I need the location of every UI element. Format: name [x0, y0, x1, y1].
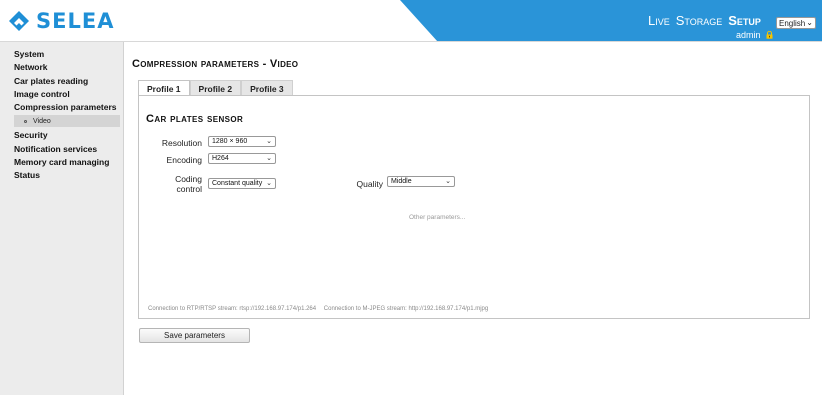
encoding-label: Encoding	[166, 155, 202, 165]
sidebar-item-status[interactable]: Status	[0, 169, 123, 182]
settings-panel: Car plates sensor Resolution 1280 × 960 …	[138, 95, 810, 319]
sidebar: System Network Car plates reading Image …	[0, 42, 124, 395]
nav-storage[interactable]: Storage	[676, 13, 723, 28]
profile-tabs: Profile 1 Profile 2 Profile 3	[138, 80, 293, 96]
tab-profile-1[interactable]: Profile 1	[138, 80, 190, 96]
coding-control-value: Constant quality	[212, 180, 263, 187]
coding-control-label-line-2: control	[176, 184, 202, 194]
save-parameters-button[interactable]: Save parameters	[139, 328, 250, 343]
bullet-icon	[24, 119, 27, 123]
quality-label: Quality	[356, 179, 383, 189]
username: admin	[736, 30, 761, 40]
chevron-down-icon: ⌄	[266, 155, 272, 162]
page-title: Compression parameters - Video	[132, 58, 299, 70]
brand-logo[interactable]: SELEA	[8, 10, 114, 32]
coding-control-label: Coding control	[159, 174, 202, 194]
lock-icon[interactable]	[766, 30, 773, 39]
sidebar-item-network[interactable]: Network	[0, 61, 123, 74]
mjpeg-stream-info: Connection to M-JPEG stream: http://192.…	[323, 306, 489, 312]
sidebar-item-memory-card-managing[interactable]: Memory card managing	[0, 156, 123, 169]
tab-profile-3[interactable]: Profile 3	[241, 80, 293, 96]
other-parameters-link[interactable]: Other parameters...	[409, 214, 465, 221]
language-select[interactable]: English ⌄	[776, 17, 816, 29]
user-info: admin	[736, 30, 773, 40]
section-title: Car plates sensor	[146, 113, 244, 125]
top-navigation: Live Storage Setup	[648, 13, 767, 28]
sidebar-item-system[interactable]: System	[0, 48, 123, 61]
resolution-select[interactable]: 1280 × 960 ⌄	[208, 136, 276, 147]
chevron-down-icon: ⌄	[266, 138, 272, 145]
language-value: English	[779, 18, 806, 28]
encoding-select[interactable]: H264 ⌄	[208, 153, 276, 164]
nav-setup[interactable]: Setup	[728, 13, 761, 28]
rtsp-stream-info: Connection to RTP/RTSP stream: rtsp://19…	[148, 306, 317, 312]
chevron-down-icon: ⌄	[266, 180, 272, 187]
resolution-value: 1280 × 960	[212, 138, 248, 145]
encoding-value: H264	[212, 155, 229, 162]
sidebar-subitem-video[interactable]: Video	[14, 115, 120, 128]
coding-control-label-line-1: Coding	[175, 174, 202, 184]
tab-profile-2[interactable]: Profile 2	[189, 80, 242, 96]
sidebar-item-car-plates-reading[interactable]: Car plates reading	[0, 75, 123, 88]
sidebar-item-compression-parameters[interactable]: Compression parameters	[0, 101, 123, 114]
sidebar-subitem-label: Video	[33, 117, 51, 125]
quality-value: Middle	[391, 178, 412, 185]
header-bar: SELEA Live Storage Setup English ⌄ admin	[0, 0, 822, 42]
sidebar-item-notification-services[interactable]: Notification services	[0, 143, 123, 156]
sidebar-item-security[interactable]: Security	[0, 129, 123, 142]
stream-connections: Connection to RTP/RTSP stream: rtsp://19…	[148, 306, 494, 312]
chevron-down-icon: ⌄	[806, 18, 813, 27]
coding-control-select[interactable]: Constant quality ⌄	[208, 178, 276, 189]
quality-select[interactable]: Middle ⌄	[387, 176, 455, 187]
chevron-down-icon: ⌄	[445, 178, 451, 185]
diamond-chevron-logo-icon	[8, 10, 30, 32]
brand-name: SELEA	[36, 9, 115, 33]
nav-live[interactable]: Live	[648, 13, 670, 28]
sidebar-item-image-control[interactable]: Image control	[0, 88, 123, 101]
resolution-label: Resolution	[161, 138, 202, 148]
